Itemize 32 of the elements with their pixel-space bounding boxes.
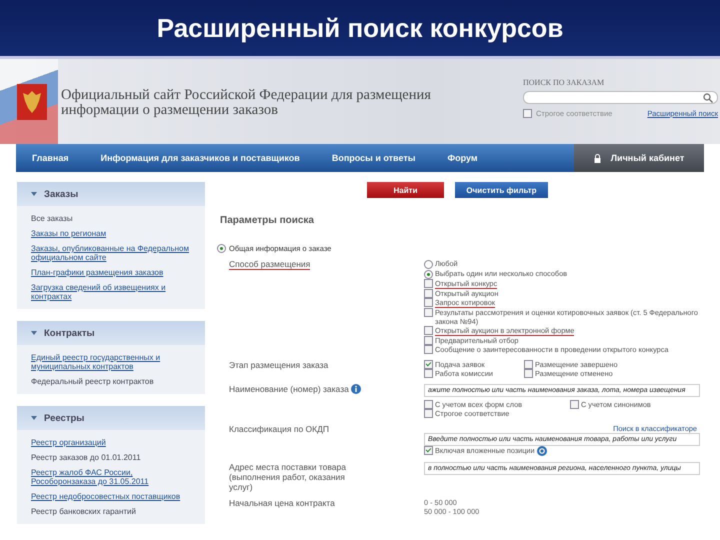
sidebar-link[interactable]: Реестр банковских гарантий xyxy=(31,507,199,516)
field-label: Классификация по ОКДП xyxy=(229,424,329,434)
section-title: Параметры поиска xyxy=(220,215,315,226)
nav-item[interactable]: Главная xyxy=(16,153,85,163)
sidebar-section-header[interactable]: Реестры xyxy=(17,406,205,430)
sidebar-section-header[interactable]: Контракты xyxy=(17,321,205,345)
sidebar-link[interactable]: Загрузка сведений об извещениях и контрактах xyxy=(31,283,199,301)
field-label: Наименование (номер) заказа xyxy=(229,384,349,394)
sidebar-link[interactable]: Все заказы xyxy=(31,214,199,223)
search-label: ПОИСК ПО ЗАКАЗАМ xyxy=(523,78,606,87)
sidebar-link[interactable]: Реестр жалоб ФАС России, Рособоронзаказа до 31.05.2011 xyxy=(31,468,199,486)
sidebar-link[interactable]: План-графики размещения заказов xyxy=(31,268,199,277)
field-label: Адрес места поставки товара (выполнения работ, оказания услуг) xyxy=(229,462,347,492)
site-title: Официальный сайт Российской Федерации для размещения информации о размещении заказов xyxy=(61,88,432,118)
sidebar-link[interactable]: Реестр недобросовестных поставщиков xyxy=(31,492,199,501)
sidebar-link[interactable]: Единый реестр государственных и муниципальных контрактов xyxy=(31,353,199,371)
sidebar-link[interactable]: Реестр заказов до 01.01.2011 xyxy=(31,453,199,462)
sidebar-link[interactable]: Заказы, опубликованные на Федеральном официальном сайте xyxy=(31,244,199,262)
sidebar-link[interactable]: Федеральный реестр контрактов xyxy=(31,377,199,386)
cabinet-button[interactable]: Личный кабинет xyxy=(574,144,704,172)
nav-item[interactable]: Форум xyxy=(431,153,494,163)
sidebar-link[interactable]: Реестр организаций xyxy=(31,438,199,447)
find-button[interactable]: Найти xyxy=(367,182,444,198)
sidebar-link[interactable]: Заказы по регионам xyxy=(31,229,199,238)
sidebar-section-header[interactable]: Заказы xyxy=(17,182,205,206)
field-label: Этап размещения заказа xyxy=(229,360,328,370)
slide-title: Расширенный поиск конкурсов xyxy=(156,12,564,44)
field-label: Начальная цена контракта xyxy=(229,498,335,508)
nav-item[interactable]: Вопросы и ответы xyxy=(316,153,432,163)
nav-item[interactable]: Информация для заказчиков и поставщиков xyxy=(84,153,316,163)
clear-filter-button[interactable]: Очистить фильтр xyxy=(455,182,548,198)
field-label: Способ размещения xyxy=(229,259,310,270)
